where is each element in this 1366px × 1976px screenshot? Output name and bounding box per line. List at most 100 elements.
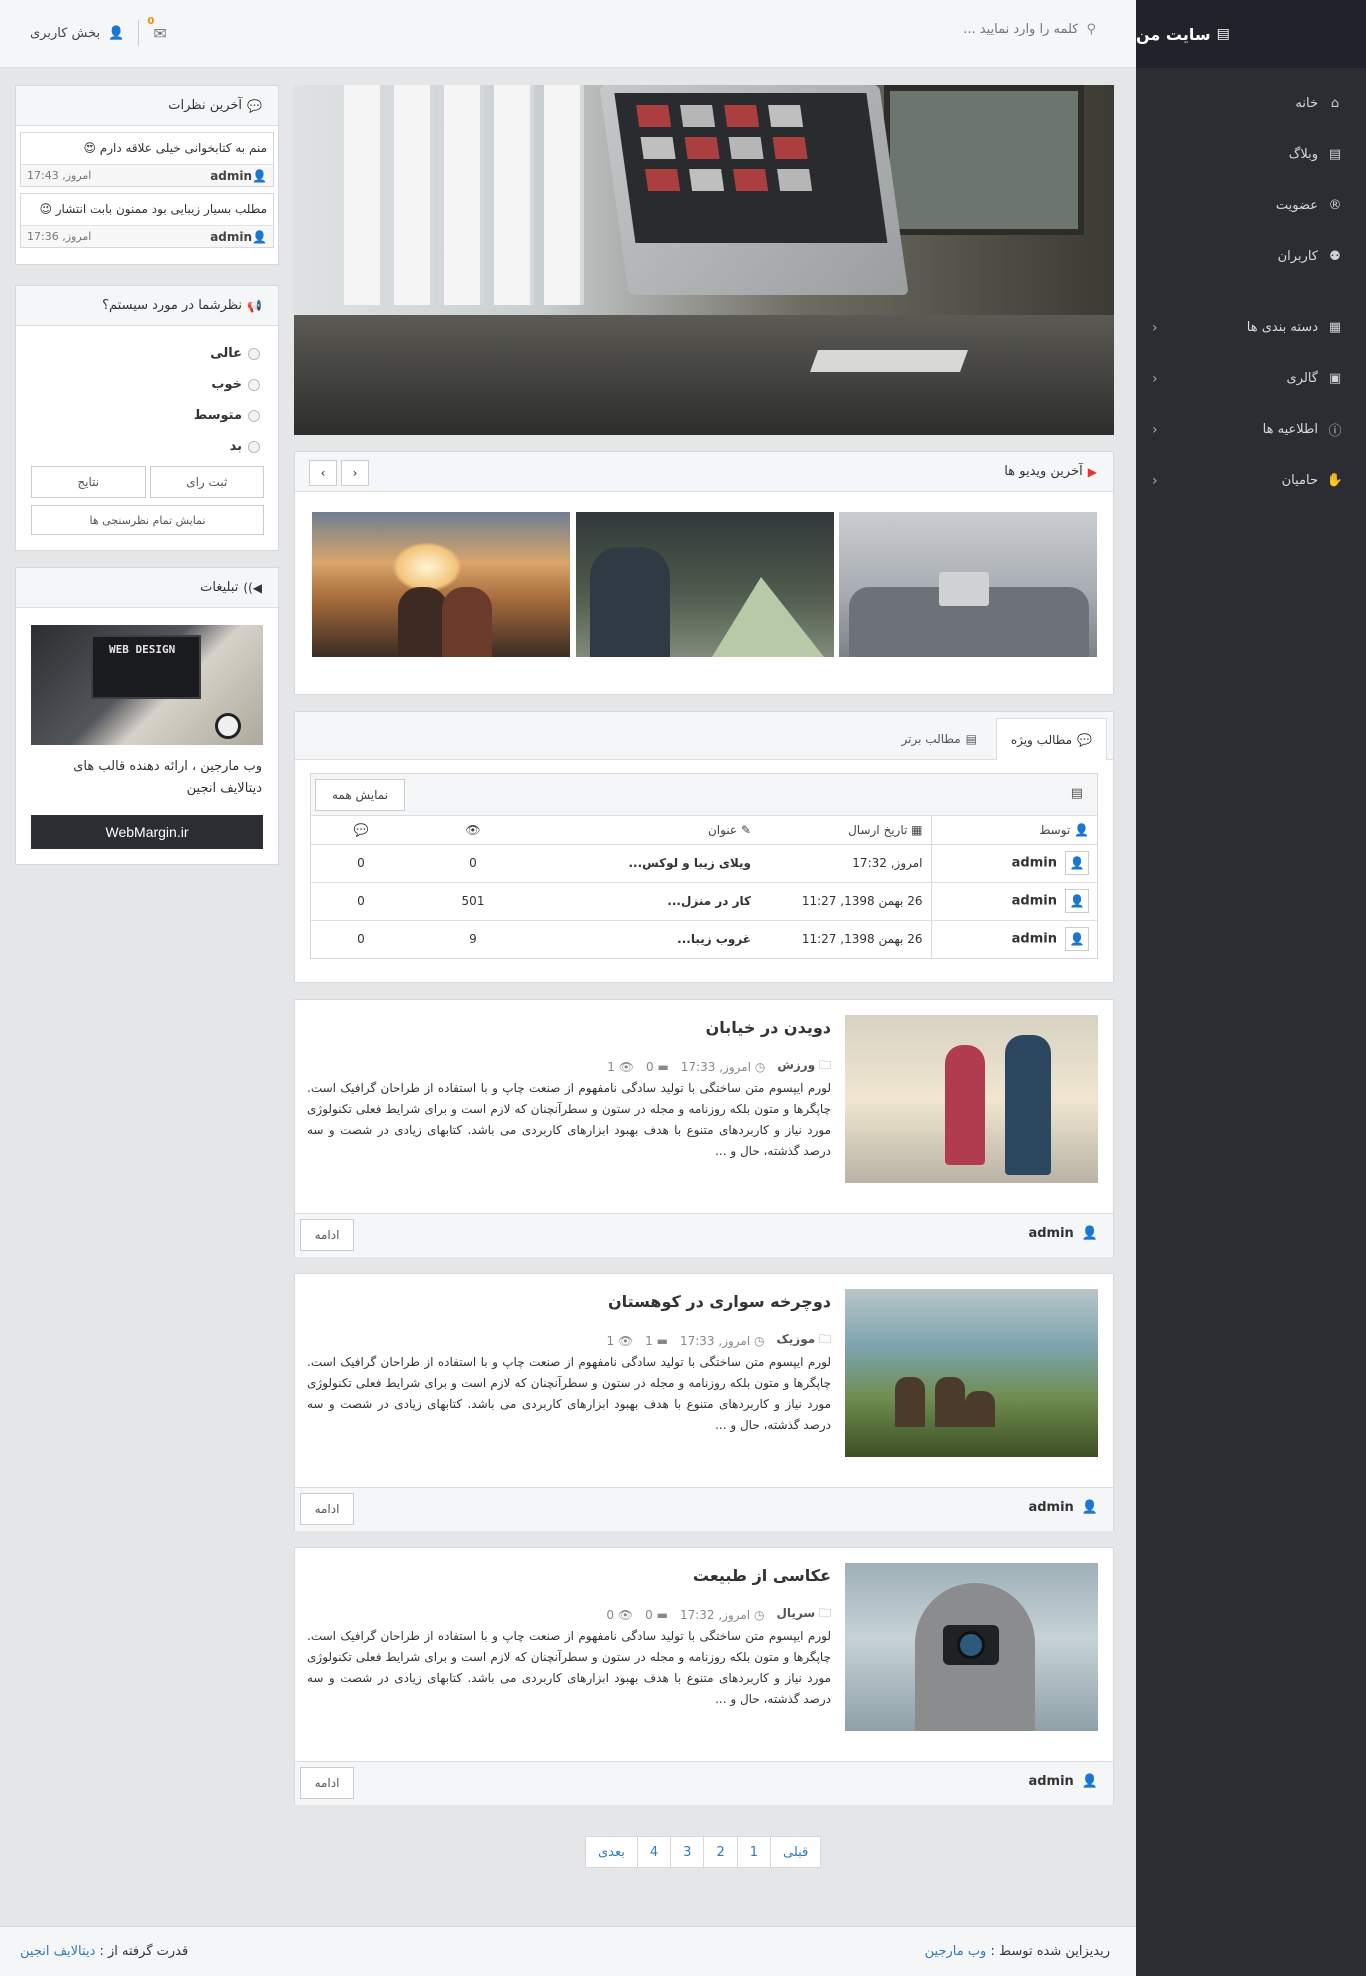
table-row[interactable]: 👤admin 26 بهمن 1398, 11:27 غروب زیبا... … (311, 920, 1097, 958)
poll-option[interactable]: خوب (16, 369, 278, 400)
post-image[interactable] (845, 1563, 1098, 1731)
post-author[interactable]: 👤admin (1028, 1500, 1098, 1515)
search-input[interactable] (818, 22, 1079, 37)
ad-link-button[interactable]: WebMargin.ir (31, 815, 263, 849)
hero-image (294, 85, 1114, 435)
users-icon: ⚉ (1329, 249, 1341, 264)
latest-videos-panel: ▶ آخرین ویدیو ها ‹ › (294, 451, 1114, 695)
carousel-next-button[interactable]: ‹ (309, 460, 337, 486)
radio-button[interactable] (248, 378, 260, 391)
tab-top[interactable]: ▤ مطالب برتر (888, 718, 991, 760)
pager-prev[interactable]: قبلی (770, 1836, 822, 1868)
post-card: دویدن در خیابان 🗀 ورزش ◷ امروز, 17:33 ▬ … (294, 999, 1114, 1257)
image-icon: ▣ (1328, 371, 1342, 386)
video-thumbnail[interactable] (576, 512, 834, 657)
footer-link-datalife[interactable]: دیتالایف انجین (20, 1944, 95, 1959)
read-more-button[interactable]: ادامه (300, 1219, 354, 1251)
eye-icon: 👁 (465, 822, 481, 837)
panel-header: ▶ آخرین ویدیو ها (295, 452, 1113, 492)
show-all-button[interactable]: نمایش همه (315, 779, 405, 811)
pager-page[interactable]: 2 (703, 1836, 738, 1868)
cell-author: 👤admin (930, 844, 1097, 883)
post-category[interactable]: 🗀 سریال (776, 1604, 831, 1625)
sidebar-item-register[interactable]: ® عضویت (1136, 180, 1366, 231)
window-blind (394, 85, 434, 305)
post-author[interactable]: 👤admin (1028, 1226, 1098, 1241)
radio-button[interactable] (248, 440, 260, 453)
topbar: ⚲ 👤 بخش کاربری ✉ 0 (0, 0, 1136, 68)
table-row[interactable]: 👤admin امروز, 17:32 ویلای زیبا و لوکس...… (311, 844, 1097, 883)
sidebar-item-label: گالری (1286, 371, 1318, 386)
sidebar-item-announcements[interactable]: ⓘ اطلاعیه ها ‹ (1136, 404, 1366, 455)
video-thumbnail[interactable] (839, 512, 1097, 657)
sidebar-item-home[interactable]: ⌂ خانه (1136, 78, 1366, 129)
poll-panel: 📢 نظرشما در مورد سیستم؟ عالی خوب متوسط ب… (15, 285, 279, 551)
post-title[interactable]: دویدن در خیابان (706, 1018, 831, 1037)
post-title[interactable]: عکاسی از طبیعت (693, 1566, 831, 1585)
sidebar-item-users[interactable]: ⚉ کاربران (1136, 231, 1366, 282)
pager-page[interactable]: 4 (636, 1836, 672, 1868)
pager-page[interactable]: 3 (670, 1836, 705, 1868)
column-date: ▦ تاریخ ارسال (759, 816, 931, 845)
ad-image[interactable]: WEB DESIGN (31, 625, 263, 745)
user-icon: 👤 (1065, 889, 1089, 913)
user-area: 👤 بخش کاربری ✉ 0 (30, 16, 167, 46)
post-title[interactable]: دوچرخه سواری در کوهستان (608, 1292, 831, 1311)
sidebar-item-sponsors[interactable]: ✋ حامیان ‹ (1136, 455, 1366, 506)
desk (294, 315, 1114, 435)
messages-button[interactable]: ✉ 0 (147, 16, 166, 43)
comment-author[interactable]: 👤admin (210, 169, 267, 183)
cell-title[interactable]: ویلای زیبا و لوکس... (535, 844, 759, 883)
pager-page[interactable]: 1 (736, 1836, 772, 1868)
cell-title[interactable]: غروب زیبا... (535, 920, 759, 958)
post-category[interactable]: 🗀 ورزش (777, 1056, 831, 1077)
all-polls-button[interactable]: نمایش تمام نظرسنجی ها (31, 505, 264, 535)
post-image[interactable] (845, 1015, 1098, 1183)
sidebar-item-blog[interactable]: ▤ وبلاگ (1136, 129, 1366, 180)
post-image[interactable] (845, 1289, 1098, 1457)
ad-text: وب مارجین ، ارائه دهنده قالب های دیتالای… (73, 759, 262, 796)
radio-button[interactable] (248, 347, 260, 360)
post-excerpt: لورم ایپسوم متن ساختگی با تولید سادگی نا… (307, 1081, 831, 1158)
sidebar-item-label: دسته بندی ها (1246, 320, 1318, 335)
post-comments-count: ▬ 0 (645, 1059, 669, 1074)
search-icon[interactable]: ⚲ (1086, 22, 1096, 37)
post-author[interactable]: 👤admin (1028, 1774, 1098, 1789)
post-footer: 👤admin ادامه (295, 1761, 1113, 1805)
read-more-button[interactable]: ادامه (300, 1767, 354, 1799)
radio-button[interactable] (248, 409, 260, 422)
registered-icon: ® (1328, 198, 1342, 213)
user-icon: 👤 (1081, 1774, 1098, 1789)
post-views-count: 👁 1 (607, 1059, 634, 1074)
calendar-icon: ▦ (911, 822, 923, 837)
site-title: سایت من (1136, 24, 1211, 44)
video-thumbnail[interactable] (312, 512, 570, 657)
carousel-prev-button[interactable]: › (341, 460, 369, 486)
poll-option[interactable]: متوسط (16, 400, 278, 431)
poll-option[interactable]: بد (16, 431, 278, 462)
sidebar-item-categories[interactable]: ▦ دسته بندی ها ‹ (1136, 302, 1366, 353)
post-time: ◷ امروز, 17:32 (679, 1607, 765, 1622)
footer-powered: قدرت گرفته از : دیتالایف انجین (20, 1944, 189, 1959)
comment-text: منم به کتابخوانی خیلی علاقه دارم 😍 (83, 141, 267, 155)
laptop-screen: WEB DESIGN (91, 635, 201, 699)
poll-option[interactable]: عالی (16, 338, 278, 369)
pager-next[interactable]: بعدی (585, 1836, 638, 1868)
cell-title[interactable]: کار در منزل... (535, 882, 759, 921)
chevron-left-icon: ‹ (1152, 472, 1158, 489)
table-row[interactable]: 👤admin 26 بهمن 1398, 11:27 کار در منزل..… (311, 882, 1097, 921)
site-brand[interactable]: ▤ سایت من (1136, 0, 1366, 68)
sidebar-item-gallery[interactable]: ▣ گالری ‹ (1136, 353, 1366, 404)
footer-link-webmargin[interactable]: وب مارجین (925, 1944, 987, 1959)
tab-featured[interactable]: 💬 مطالب ویژه (995, 718, 1107, 760)
ads-panel: ◀)) تبلیغات WEB DESIGN وب مارجین ، ارائه… (15, 567, 279, 865)
comment-author[interactable]: 👤admin (210, 230, 267, 244)
read-more-button[interactable]: ادامه (300, 1493, 354, 1525)
document-icon: ▤ (965, 732, 977, 746)
cell-author: 👤admin (930, 920, 1097, 958)
post-category[interactable]: 🗀 موزیک (777, 1330, 832, 1351)
results-button[interactable]: نتایج (31, 466, 146, 498)
user-panel-button[interactable]: 👤 بخش کاربری (30, 26, 124, 41)
vote-button[interactable]: ثبت رای (149, 466, 264, 498)
